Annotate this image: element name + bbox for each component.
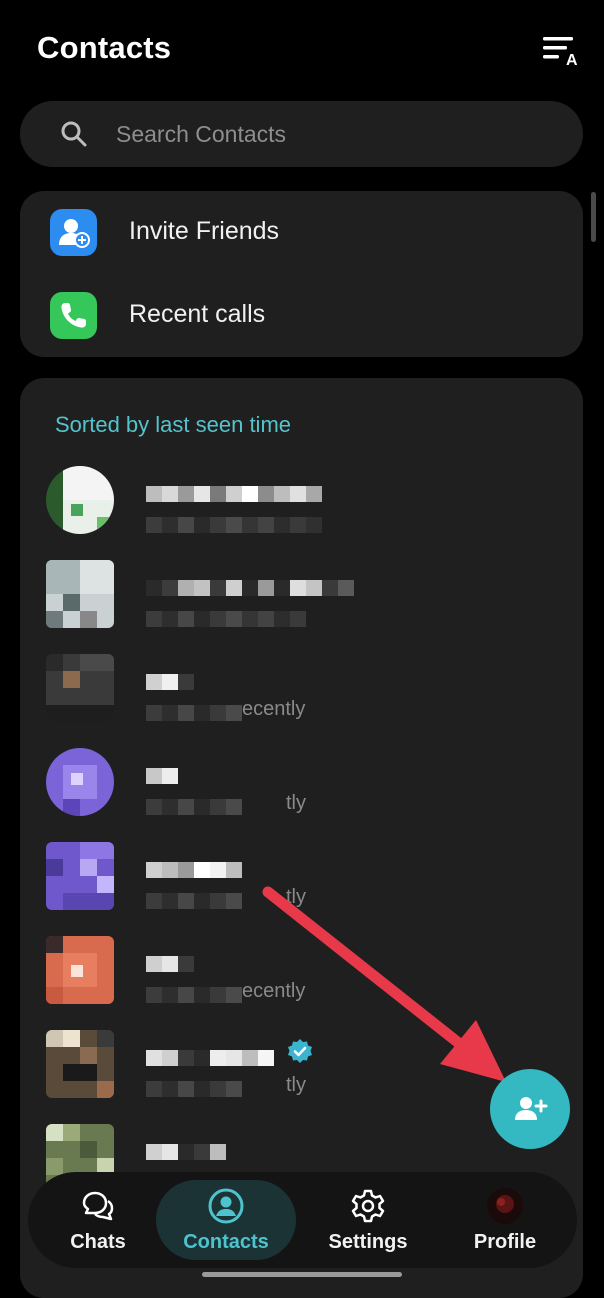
bottom-navigation: Chats Contacts Settings Profile — [28, 1172, 577, 1268]
tab-profile[interactable]: Profile — [435, 1172, 575, 1268]
list-item[interactable] — [20, 466, 583, 560]
contact-status: tly — [146, 1074, 306, 1097]
contact-name — [146, 1050, 274, 1066]
recent-calls-label: Recent calls — [129, 300, 266, 328]
search-icon — [60, 120, 88, 148]
contact-name — [146, 486, 322, 502]
status-text: ecently — [242, 698, 306, 720]
contact-name — [146, 862, 242, 878]
app-header: Contacts A — [0, 0, 604, 100]
svg-text:A: A — [566, 52, 578, 68]
avatar — [487, 1188, 523, 1224]
sort-alpha-icon[interactable]: A — [540, 32, 582, 69]
contact-status: tly — [146, 886, 306, 909]
contact-status — [146, 610, 306, 627]
add-contact-button[interactable] — [490, 1069, 570, 1149]
avatar — [46, 560, 114, 628]
list-item[interactable]: ecently — [20, 654, 583, 748]
invite-friends-item[interactable]: Invite Friends — [20, 191, 583, 274]
contact-name — [146, 768, 178, 784]
tab-chats-label: Chats — [70, 1231, 126, 1253]
contact-name — [146, 956, 194, 972]
tab-contacts[interactable]: Contacts — [156, 1172, 296, 1268]
search-input[interactable]: Search Contacts — [116, 121, 286, 148]
contacts-list-card: Sorted by last seen time ecently tly tly… — [20, 378, 583, 1298]
status-text: tly — [286, 886, 306, 908]
avatar — [46, 466, 114, 534]
gear-icon — [350, 1188, 386, 1224]
contact-icon — [208, 1188, 244, 1224]
tab-contacts-label: Contacts — [183, 1231, 269, 1253]
tab-chats[interactable]: Chats — [28, 1172, 168, 1268]
add-user-icon — [50, 209, 97, 256]
list-item[interactable] — [20, 560, 583, 654]
sort-label: Sorted by last seen time — [55, 412, 292, 437]
tab-profile-label: Profile — [473, 1231, 537, 1253]
contact-status: ecently — [146, 980, 305, 1003]
status-text: ecently — [242, 980, 306, 1002]
contact-status — [146, 516, 322, 533]
home-indicator[interactable] — [202, 1272, 402, 1277]
list-item[interactable]: ecently — [20, 936, 583, 1030]
contact-status: tly — [146, 792, 306, 815]
tab-settings[interactable]: Settings — [298, 1172, 438, 1268]
avatar — [46, 842, 114, 910]
avatar — [46, 654, 114, 722]
tab-settings-label: Settings — [328, 1231, 408, 1253]
list-item[interactable]: tly — [20, 748, 583, 842]
chat-icon — [80, 1188, 116, 1224]
verified-badge-icon — [286, 1038, 314, 1066]
add-contact-icon — [515, 1097, 548, 1120]
avatar — [46, 936, 114, 1004]
page-title: Contacts — [37, 30, 172, 65]
status-text: tly — [286, 1074, 306, 1096]
avatar — [46, 1030, 114, 1098]
invite-friends-label: Invite Friends — [129, 217, 280, 245]
list-item[interactable]: tly — [20, 842, 583, 936]
phone-icon — [50, 292, 97, 339]
contact-name — [146, 1144, 226, 1160]
contact-status: ecently — [146, 698, 305, 721]
status-text: tly — [286, 792, 306, 814]
scrollbar[interactable] — [591, 192, 596, 242]
avatar — [46, 748, 114, 816]
contact-name — [146, 580, 354, 596]
search-bar[interactable]: Search Contacts — [20, 101, 583, 167]
contact-name — [146, 674, 194, 690]
quick-actions-card: Invite Friends Recent calls — [20, 191, 583, 357]
recent-calls-item[interactable]: Recent calls — [20, 274, 583, 357]
